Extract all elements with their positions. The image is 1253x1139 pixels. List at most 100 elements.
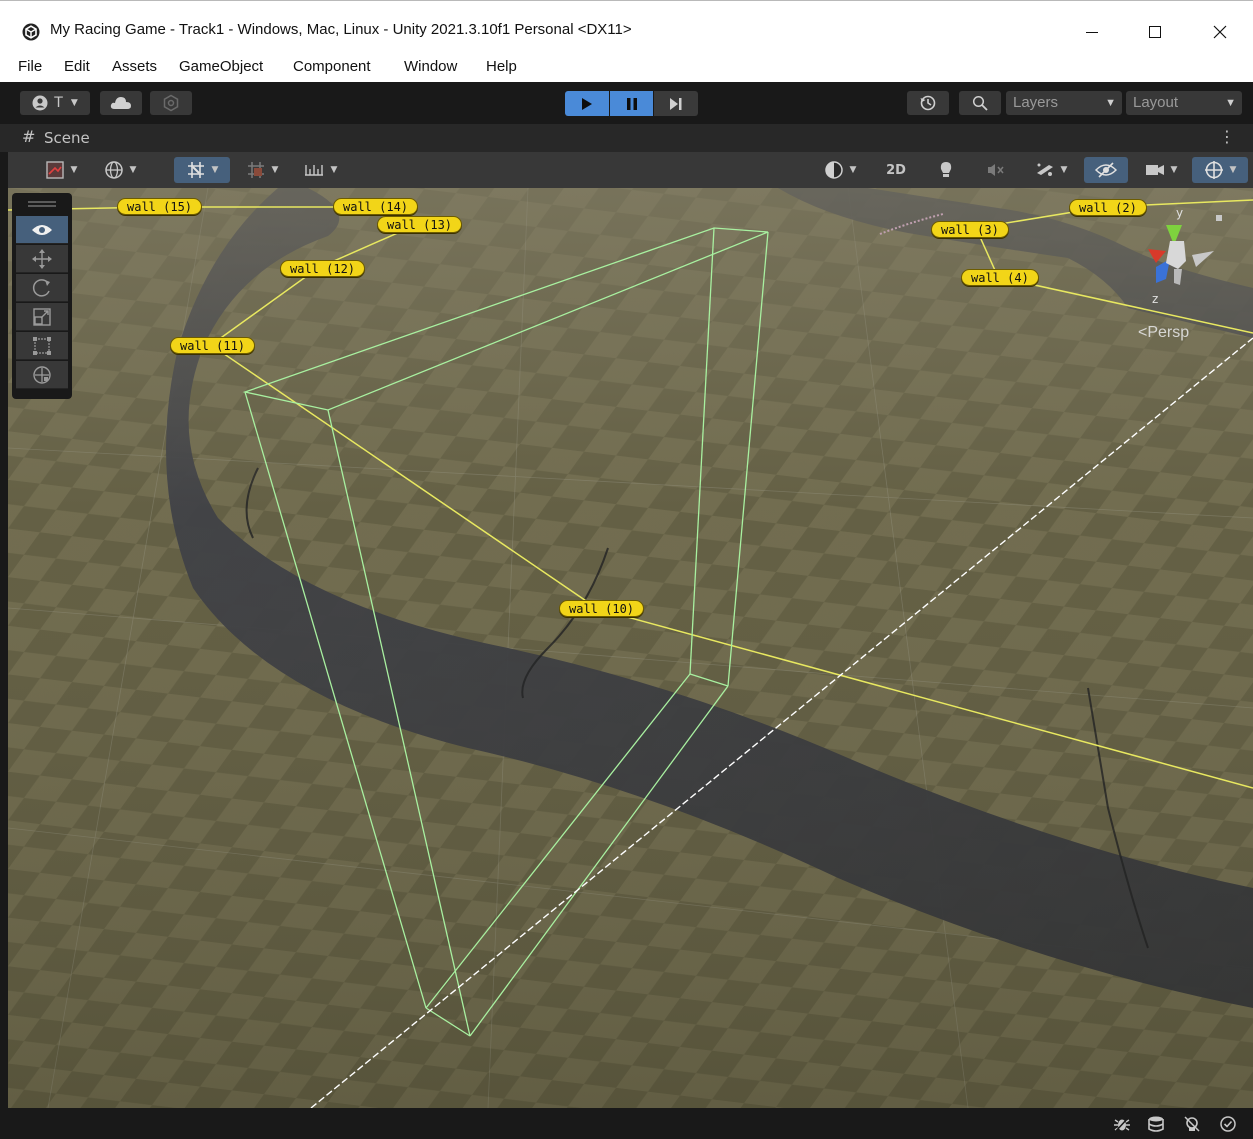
debug-button[interactable]: [1111, 1114, 1133, 1134]
main-toolbar: T ▼ Layers ▼ Layout ▼: [0, 82, 1253, 124]
transform-icon: [33, 365, 51, 384]
scale-tool-button[interactable]: [16, 303, 68, 331]
progress-status-button[interactable]: [1217, 1114, 1239, 1134]
chevron-down-icon: ▼: [70, 98, 78, 108]
auto-generate-lighting-button[interactable]: [1181, 1114, 1203, 1134]
bug-icon: [1114, 1117, 1130, 1132]
hidden-eye-icon: [1095, 162, 1117, 178]
wall-label[interactable]: wall (13): [377, 216, 463, 233]
chevron-down-icon: ▼: [1105, 97, 1116, 109]
wall-label[interactable]: wall (11): [170, 337, 256, 354]
close-icon: [1213, 25, 1227, 39]
view-tool-button[interactable]: [16, 216, 68, 244]
layout-label: Layout: [1133, 94, 1179, 111]
unity-logo-icon: [22, 23, 40, 41]
camera-settings-dropdown[interactable]: ▼: [1134, 157, 1188, 183]
pause-icon: [626, 97, 637, 110]
status-bar: [8, 1108, 1253, 1139]
chevron-down-icon: ▼: [70, 165, 78, 175]
menu-gameobject[interactable]: GameObject: [179, 58, 263, 75]
menu-window[interactable]: Window: [404, 58, 457, 75]
effects-icon: [1036, 163, 1053, 176]
scene-tab-label[interactable]: Scene: [44, 129, 90, 147]
rect-tool-button[interactable]: [16, 332, 68, 360]
audio-muted-icon: [988, 164, 1004, 176]
layers-dropdown[interactable]: Layers ▼: [1006, 91, 1122, 115]
scene-tab-icon: #: [22, 127, 36, 146]
menu-assets[interactable]: Assets: [112, 58, 157, 75]
draw-mode-dropdown[interactable]: ▼: [32, 157, 90, 183]
step-button[interactable]: [654, 91, 698, 116]
move-tool-button[interactable]: [16, 245, 68, 273]
global-local-dropdown[interactable]: ▼: [92, 157, 148, 183]
chevron-down-icon: ▼: [1170, 165, 1178, 175]
ruler-snap-dropdown[interactable]: ▼: [292, 157, 348, 183]
scene-overlay-toolbar: ▼ ▼ ▼ ▼ ▼ ▼ 2D ▼ ▼ ▼: [8, 152, 1253, 188]
toggle-2d-button[interactable]: 2D: [874, 157, 918, 183]
chevron-down-icon: ▼: [1229, 165, 1237, 175]
transform-tool-button[interactable]: [16, 361, 68, 389]
pause-button[interactable]: [610, 91, 653, 116]
rotate-icon: [32, 278, 50, 297]
menu-component[interactable]: Component: [293, 58, 371, 75]
cloud-button[interactable]: [100, 91, 142, 115]
shading-mode-dropdown[interactable]: ▼: [812, 157, 868, 183]
chevron-left-icon: <: [1138, 324, 1148, 341]
layers-label: Layers: [1013, 94, 1059, 111]
wall-label[interactable]: wall (2): [1069, 199, 1147, 216]
account-dropdown[interactable]: T ▼: [20, 91, 90, 115]
increment-snap-dropdown[interactable]: ▼: [234, 157, 290, 183]
wall-label[interactable]: wall (3): [931, 221, 1009, 238]
window-title: My Racing Game - Track1 - Windows, Mac, …: [50, 21, 632, 38]
history-icon: [920, 95, 936, 111]
scale-icon: [33, 307, 51, 326]
increment-snap-icon: [247, 162, 264, 178]
window-left-edge: [0, 124, 8, 1139]
rotate-tool-button[interactable]: [16, 274, 68, 302]
scene-render[interactable]: y z: [8, 188, 1253, 1108]
cache-button[interactable]: [1145, 1114, 1167, 1134]
globe-icon: [104, 161, 123, 179]
wall-label[interactable]: wall (12): [280, 260, 366, 277]
check-circle-icon: [1220, 1116, 1236, 1132]
lighting-off-icon: [1184, 1116, 1200, 1132]
projection-toggle[interactable]: <Persp: [1138, 324, 1189, 342]
menu-help[interactable]: Help: [486, 58, 517, 75]
ruler-icon: [304, 165, 323, 176]
grid-snapping-dropdown[interactable]: ▼: [174, 157, 230, 183]
audio-toggle[interactable]: [974, 157, 1018, 183]
layout-dropdown[interactable]: Layout ▼: [1126, 91, 1242, 115]
search-icon: [972, 95, 988, 111]
scene-visibility-toggle[interactable]: [1084, 157, 1128, 183]
drag-handle-icon[interactable]: [28, 201, 56, 207]
lighting-toggle[interactable]: [924, 157, 968, 183]
minimize-button[interactable]: [1069, 15, 1115, 49]
wall-label[interactable]: wall (14): [333, 198, 419, 215]
undo-history-button[interactable]: [907, 91, 949, 115]
menu-bar: File Edit Assets GameObject Component Wi…: [0, 54, 1253, 82]
close-button[interactable]: [1197, 15, 1243, 49]
maximize-button[interactable]: [1132, 15, 1178, 49]
tab-menu-icon[interactable]: ⋮: [1219, 127, 1235, 146]
wall-label[interactable]: wall (15): [117, 198, 203, 215]
projection-label: Persp: [1147, 324, 1190, 341]
playmode-controls: [565, 91, 698, 116]
menu-file[interactable]: File: [18, 58, 42, 75]
menu-edit[interactable]: Edit: [64, 58, 90, 75]
wall-label[interactable]: wall (10): [559, 600, 645, 617]
wall-label[interactable]: wall (4): [961, 269, 1039, 286]
cloud-icon: [110, 97, 131, 109]
effects-dropdown[interactable]: ▼: [1024, 157, 1078, 183]
scene-tab-bar: # Scene ⋮: [0, 124, 1253, 152]
play-button[interactable]: [565, 91, 609, 116]
collab-button[interactable]: [150, 91, 192, 115]
camera-icon: [1145, 165, 1164, 175]
scene-viewport[interactable]: y z <Persp wall (15) wall (14) wall (13)…: [8, 188, 1253, 1108]
chevron-down-icon: ▼: [1060, 165, 1068, 175]
rect-transform-icon: [33, 336, 51, 355]
chevron-down-icon: ▼: [1225, 97, 1236, 109]
gizmos-dropdown[interactable]: ▼: [1192, 157, 1248, 183]
shading-sphere-icon: [824, 161, 843, 179]
shaded-icon: [45, 161, 64, 179]
search-button[interactable]: [959, 91, 1001, 115]
